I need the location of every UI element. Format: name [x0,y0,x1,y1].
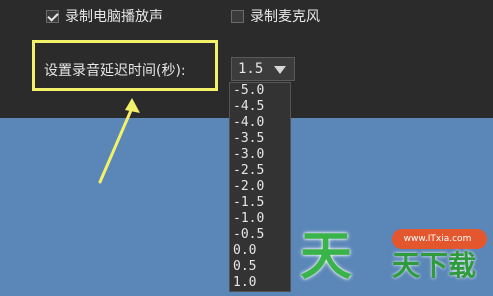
delay-option[interactable]: 1.0 [230,275,290,291]
delay-option[interactable]: -2.0 [230,179,290,195]
delay-select[interactable]: 1.5 [231,57,295,81]
logo-sub-text: 天下载 [392,249,477,282]
delay-option[interactable]: -4.5 [230,99,290,115]
record-microphone-label: 录制麦克风 [250,9,320,25]
record-microphone-option[interactable]: 录制麦克风 [231,6,320,26]
record-system-sound-label: 录制电脑播放声 [65,9,163,25]
delay-label: 设置录音延迟时间(秒): [44,63,186,79]
delay-option[interactable]: -4.0 [230,115,290,131]
delay-selected-value: 1.5 [238,61,264,77]
logo-url: www.ITxia.com [403,234,472,244]
delay-option[interactable]: -1.0 [230,211,290,227]
delay-option[interactable]: 0.5 [230,259,290,275]
chevron-down-icon[interactable] [274,66,286,74]
delay-dropdown-list[interactable]: -5.0 -4.5 -4.0 -3.5 -3.0 -2.5 -2.0 -1.5 … [229,82,291,292]
logo-main-char: 天 [300,227,353,287]
delay-option[interactable]: -3.5 [230,131,290,147]
delay-option[interactable]: -1.5 [230,195,290,211]
record-system-sound-checkbox[interactable] [46,9,59,23]
delay-option[interactable]: 0.0 [230,243,290,259]
delay-option[interactable]: -5.0 [230,83,290,99]
delay-option[interactable]: -0.5 [230,227,290,243]
delay-option[interactable]: -2.5 [230,163,290,179]
record-microphone-checkbox[interactable] [231,9,244,23]
record-system-sound-option[interactable]: 录制电脑播放声 [46,6,163,26]
delay-option[interactable]: -3.0 [230,147,290,163]
